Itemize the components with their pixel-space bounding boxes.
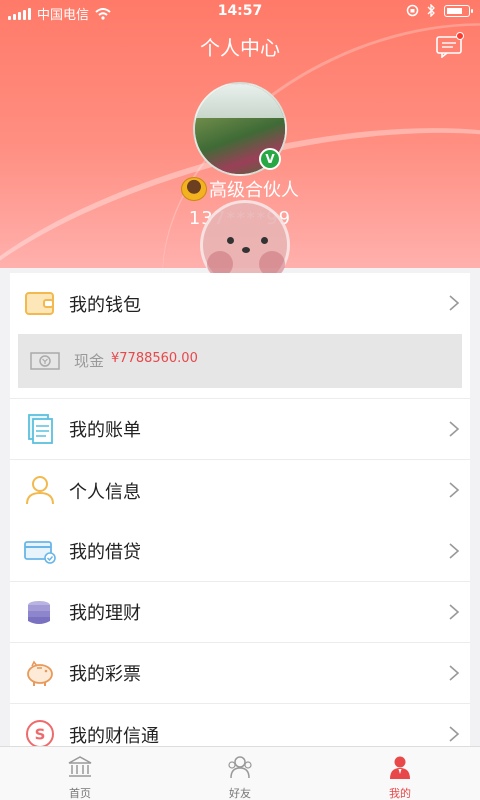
tab-label: 我的 [389,787,411,800]
mascot-eye [227,237,234,244]
finance-card: 我的借贷 我的理财 我的彩票 S 我的财信通 [10,521,470,765]
me-icon [390,756,410,779]
bluetooth-icon [427,4,435,17]
menu-item-label: 我的彩票 [69,664,141,685]
svg-text:S: S [35,726,46,744]
wallet-icon [25,292,54,315]
chevron-right-icon [449,295,460,311]
bank-icon [68,756,92,777]
level-badge-icon [181,177,207,201]
menu-item-label: 我的钱包 [69,294,141,316]
tab-friends[interactable]: 好友 [160,747,320,800]
chevron-right-icon [449,726,460,742]
menu-item-loans[interactable]: 我的借贷 [10,521,470,582]
user-level: 高级合伙人 [0,176,480,202]
card-icon [24,541,56,564]
coins-icon [28,601,50,624]
mascot-eye [261,237,268,244]
person-icon [26,476,54,505]
friends-icon [228,756,252,779]
tab-home[interactable]: 首页 [0,747,160,800]
cash-amount: ¥7788560.00 [111,351,198,366]
cash-icon [30,352,60,370]
menu-item-label: 我的账单 [69,420,141,441]
chevron-right-icon [449,543,460,559]
menu-item-personal-info[interactable]: 个人信息 [10,460,470,521]
menu-item-wealth[interactable]: 我的理财 [10,582,470,643]
page-title: 个人中心 [200,36,280,60]
s-coin-icon: S [26,720,54,748]
mascot-nose [242,247,250,253]
bill-icon [28,414,53,444]
chevron-right-icon [449,482,460,498]
user-level-label: 高级合伙人 [209,180,299,201]
verified-badge: V [259,148,281,170]
tab-bar: 首页 好友 我的 [0,746,480,800]
chevron-right-icon [449,421,460,437]
status-bar: 中国电信 14:57 [0,0,480,24]
chevron-right-icon [449,665,460,681]
battery-icon [444,4,473,17]
chevron-right-icon [449,604,460,620]
tab-label: 好友 [229,787,251,800]
menu-item-wallet[interactable]: 我的钱包 [10,273,470,334]
menu-item-bill[interactable]: 我的账单 [10,399,470,460]
account-card: 我的钱包 现金 ¥7788560.00 我的账单 个人信息 [10,273,470,521]
menu-item-label: 我的财信通 [69,725,159,747]
orientation-lock-icon [406,4,419,17]
piggy-icon [27,660,53,686]
cash-balance[interactable]: 现金 ¥7788560.00 [18,334,462,388]
menu-item-label: 我的借贷 [69,542,141,563]
menu-item-lottery[interactable]: 我的彩票 [10,643,470,704]
menu-item-label: 我的理财 [69,603,141,624]
tab-me[interactable]: 我的 [320,747,480,800]
cash-label: 现金 [74,352,105,370]
unread-dot [456,32,464,40]
menu-item-label: 个人信息 [69,481,141,503]
tab-label: 首页 [69,787,91,800]
